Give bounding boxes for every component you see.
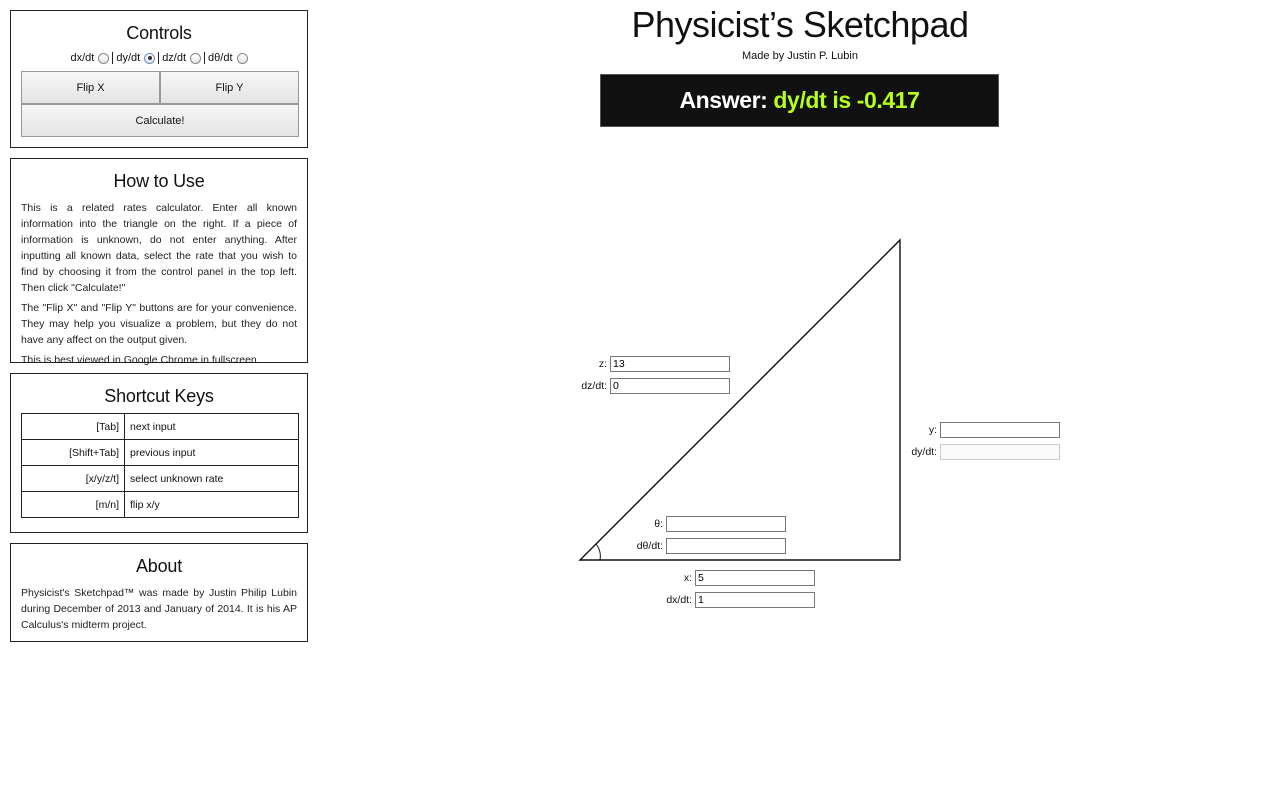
y-field: y: bbox=[880, 422, 1060, 438]
angle-arc bbox=[595, 543, 601, 561]
dy-dt-field: dy/dt: bbox=[880, 444, 1060, 460]
z-field: z: bbox=[560, 356, 730, 372]
x-input[interactable] bbox=[695, 570, 815, 586]
y-input[interactable] bbox=[940, 422, 1060, 438]
theta-field: θ: bbox=[610, 516, 786, 532]
dx-dt-input[interactable] bbox=[695, 592, 815, 608]
triangle-shape bbox=[578, 238, 901, 561]
x-field: x: bbox=[640, 570, 815, 586]
answer-label: Answer: bbox=[679, 87, 768, 113]
answer-value: dy/dt is -0.417 bbox=[773, 87, 920, 113]
y-label: y: bbox=[928, 424, 937, 436]
z-label: z: bbox=[598, 358, 607, 370]
dz-dt-input[interactable] bbox=[610, 378, 730, 394]
dtheta-dt-label: dθ/dt: bbox=[636, 540, 663, 552]
dy-dt-input[interactable] bbox=[940, 444, 1060, 460]
dy-dt-label: dy/dt: bbox=[911, 446, 937, 458]
dtheta-dt-input[interactable] bbox=[666, 538, 786, 554]
dz-dt-field: dz/dt: bbox=[560, 378, 730, 394]
dx-dt-field: dx/dt: bbox=[640, 592, 815, 608]
page-subtitle: Made by Justin P. Lubin bbox=[742, 50, 858, 62]
page-title: Physicist’s Sketchpad bbox=[631, 4, 969, 45]
dx-dt-label: dx/dt: bbox=[666, 594, 692, 606]
answer-box: Answer: dy/dt is -0.417 bbox=[600, 74, 999, 127]
dz-dt-label: dz/dt: bbox=[581, 380, 607, 392]
dtheta-dt-field: dθ/dt: bbox=[610, 538, 786, 554]
theta-label: θ: bbox=[654, 518, 663, 530]
theta-input[interactable] bbox=[666, 516, 786, 532]
x-label: x: bbox=[683, 572, 692, 584]
z-input[interactable] bbox=[610, 356, 730, 372]
